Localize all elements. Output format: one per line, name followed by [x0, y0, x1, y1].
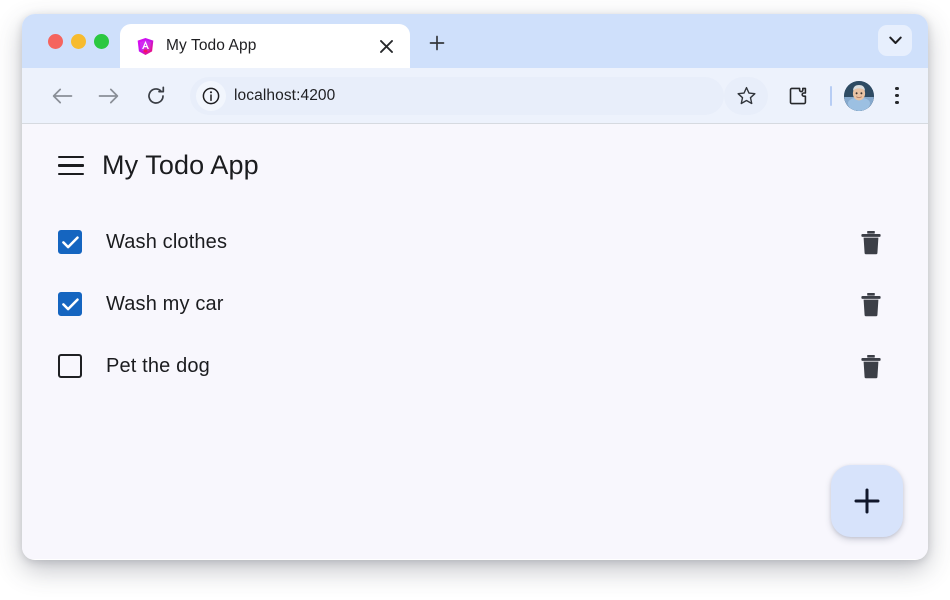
list-item: Wash clothes	[58, 211, 900, 273]
avatar-photo	[844, 80, 874, 111]
reload-icon	[148, 85, 165, 104]
chevron-down-icon	[888, 36, 902, 44]
toolbar-divider	[830, 85, 832, 106]
trash-icon	[861, 230, 881, 254]
todo-list: Wash clothes Wash my car Pet the dog	[22, 211, 928, 397]
hamburger-bar	[58, 173, 84, 176]
list-item: Wash my car	[58, 273, 900, 335]
menu-dot-icon	[895, 86, 899, 91]
close-icon	[379, 39, 393, 53]
maximize-window-button[interactable]	[94, 33, 109, 49]
app-header: My Todo App	[22, 124, 928, 179]
delete-todo-button[interactable]	[858, 352, 884, 380]
menu-icon[interactable]	[58, 155, 84, 176]
info-icon	[202, 87, 220, 104]
new-tab-button[interactable]	[423, 29, 451, 57]
todo-checkbox[interactable]	[58, 230, 82, 254]
bookmark-button[interactable]	[724, 76, 768, 115]
todo-checkbox[interactable]	[58, 354, 82, 378]
browser-menu-button[interactable]	[880, 77, 914, 115]
page-title: My Todo App	[102, 150, 259, 180]
site-info-button[interactable]	[196, 80, 226, 111]
tab-strip: My Todo App	[22, 14, 928, 68]
close-tab-button[interactable]	[374, 34, 398, 58]
todo-label: Wash my car	[106, 292, 224, 315]
star-icon	[736, 86, 756, 105]
tab-title: My Todo App	[166, 37, 257, 54]
screen: My Todo App localhost:4200 My Todo App W…	[0, 0, 950, 600]
window-traffic-lights	[22, 14, 109, 68]
app-page: My Todo App Wash clothes Wash my car Pet…	[22, 124, 928, 559]
puzzle-piece-icon	[789, 87, 807, 104]
trash-icon	[861, 292, 881, 316]
todo-checkbox[interactable]	[58, 292, 82, 316]
arrow-left-icon	[52, 88, 72, 103]
arrow-right-icon	[98, 88, 118, 103]
list-item: Pet the dog	[58, 335, 900, 397]
menu-dot-icon	[895, 100, 899, 105]
delete-todo-button[interactable]	[858, 228, 884, 256]
extensions-button[interactable]	[778, 76, 818, 116]
menu-dot-icon	[895, 93, 899, 98]
hamburger-bar	[58, 164, 84, 167]
add-todo-button[interactable]	[831, 465, 903, 537]
hamburger-bar	[58, 155, 84, 158]
check-icon	[61, 235, 79, 248]
address-bar[interactable]: localhost:4200	[190, 76, 724, 115]
delete-todo-button[interactable]	[858, 290, 884, 318]
browser-window: My Todo App localhost:4200 My Todo App W…	[22, 14, 928, 560]
angular-favicon	[137, 37, 154, 55]
browser-toolbar: localhost:4200	[22, 68, 928, 124]
todo-label: Wash clothes	[106, 230, 228, 253]
plus-icon	[429, 35, 445, 51]
profile-avatar[interactable]	[844, 80, 874, 111]
url-text: localhost:4200	[234, 86, 336, 104]
plus-icon	[854, 488, 880, 514]
forward-button[interactable]	[88, 76, 128, 116]
close-window-button[interactable]	[48, 33, 63, 49]
browser-tab[interactable]: My Todo App	[120, 24, 410, 68]
trash-icon	[861, 354, 881, 378]
reload-button[interactable]	[136, 76, 176, 116]
check-icon	[61, 297, 79, 310]
minimize-window-button[interactable]	[71, 33, 86, 49]
todo-label: Pet the dog	[106, 354, 210, 377]
back-button[interactable]	[42, 76, 82, 116]
tab-search-button[interactable]	[878, 25, 912, 56]
